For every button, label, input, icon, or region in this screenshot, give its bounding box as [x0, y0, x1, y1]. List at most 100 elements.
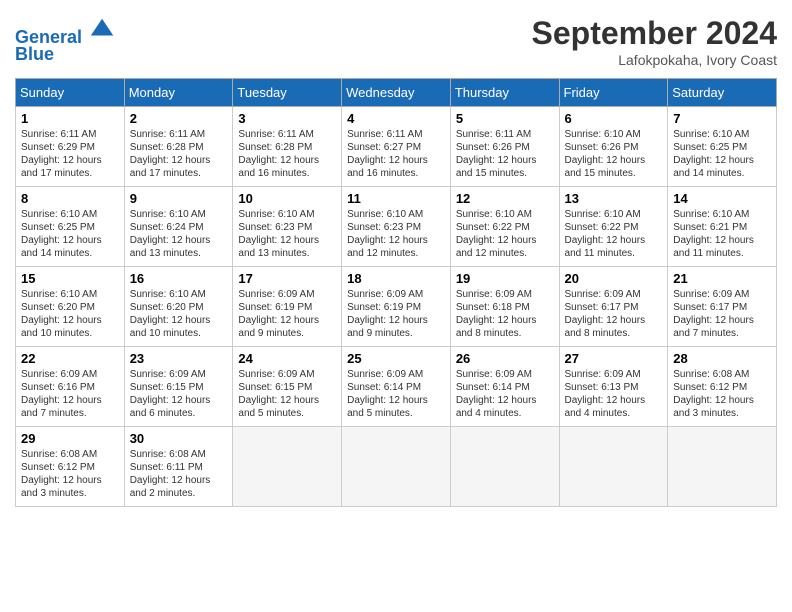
weekday-sunday: Sunday: [16, 79, 125, 107]
calendar-cell: [342, 427, 451, 507]
day-info: Sunrise: 6:08 AM Sunset: 6:12 PM Dayligh…: [21, 448, 119, 500]
day-info: Sunrise: 6:10 AM Sunset: 6:20 PM Dayligh…: [130, 288, 228, 340]
day-info: Sunrise: 6:09 AM Sunset: 6:14 PM Dayligh…: [347, 368, 445, 420]
calendar-cell: 29 Sunrise: 6:08 AM Sunset: 6:12 PM Dayli…: [16, 427, 125, 507]
weekday-saturday: Saturday: [668, 79, 777, 107]
day-info: Sunrise: 6:10 AM Sunset: 6:23 PM Dayligh…: [347, 208, 445, 260]
day-number: 2: [130, 111, 228, 126]
day-number: 22: [21, 351, 119, 366]
day-info: Sunrise: 6:10 AM Sunset: 6:22 PM Dayligh…: [565, 208, 663, 260]
calendar-cell: 15 Sunrise: 6:10 AM Sunset: 6:20 PM Dayli…: [16, 267, 125, 347]
day-info: Sunrise: 6:09 AM Sunset: 6:19 PM Dayligh…: [238, 288, 336, 340]
logo: General Blue: [15, 15, 117, 65]
day-number: 3: [238, 111, 336, 126]
day-number: 30: [130, 431, 228, 446]
day-info: Sunrise: 6:09 AM Sunset: 6:13 PM Dayligh…: [565, 368, 663, 420]
day-info: Sunrise: 6:09 AM Sunset: 6:15 PM Dayligh…: [238, 368, 336, 420]
day-number: 12: [456, 191, 554, 206]
weekday-header-row: SundayMondayTuesdayWednesdayThursdayFrid…: [16, 79, 777, 107]
calendar-cell: 28 Sunrise: 6:08 AM Sunset: 6:12 PM Dayli…: [668, 347, 777, 427]
month-title: September 2024: [532, 15, 777, 52]
calendar-cell: 19 Sunrise: 6:09 AM Sunset: 6:18 PM Dayli…: [450, 267, 559, 347]
day-number: 19: [456, 271, 554, 286]
calendar-cell: 10 Sunrise: 6:10 AM Sunset: 6:23 PM Dayli…: [233, 187, 342, 267]
calendar-cell: 17 Sunrise: 6:09 AM Sunset: 6:19 PM Dayli…: [233, 267, 342, 347]
day-info: Sunrise: 6:10 AM Sunset: 6:20 PM Dayligh…: [21, 288, 119, 340]
week-row-3: 15 Sunrise: 6:10 AM Sunset: 6:20 PM Dayli…: [16, 267, 777, 347]
day-number: 25: [347, 351, 445, 366]
day-info: Sunrise: 6:08 AM Sunset: 6:12 PM Dayligh…: [673, 368, 771, 420]
logo-text: General: [15, 15, 117, 48]
day-info: Sunrise: 6:10 AM Sunset: 6:23 PM Dayligh…: [238, 208, 336, 260]
week-row-4: 22Sunrise: 6:09 AM Sunset: 6:16 PM Dayli…: [16, 347, 777, 427]
calendar-cell: 3 Sunrise: 6:11 AM Sunset: 6:28 PM Daylig…: [233, 107, 342, 187]
day-info: Sunrise: 6:10 AM Sunset: 6:24 PM Dayligh…: [130, 208, 228, 260]
day-info: Sunrise: 6:10 AM Sunset: 6:25 PM Dayligh…: [673, 128, 771, 180]
day-number: 18: [347, 271, 445, 286]
day-number: 24: [238, 351, 336, 366]
day-info: Sunrise: 6:10 AM Sunset: 6:21 PM Dayligh…: [673, 208, 771, 260]
day-number: 20: [565, 271, 663, 286]
day-info: Sunrise: 6:11 AM Sunset: 6:28 PM Dayligh…: [130, 128, 228, 180]
weekday-tuesday: Tuesday: [233, 79, 342, 107]
day-number: 27: [565, 351, 663, 366]
calendar-cell: [233, 427, 342, 507]
calendar-cell: 25 Sunrise: 6:09 AM Sunset: 6:14 PM Dayli…: [342, 347, 451, 427]
calendar-cell: 1Sunrise: 6:11 AM Sunset: 6:29 PM Daylig…: [16, 107, 125, 187]
day-number: 21: [673, 271, 771, 286]
calendar-cell: 18 Sunrise: 6:09 AM Sunset: 6:19 PM Dayli…: [342, 267, 451, 347]
day-number: 26: [456, 351, 554, 366]
week-row-5: 29 Sunrise: 6:08 AM Sunset: 6:12 PM Dayli…: [16, 427, 777, 507]
header: General Blue September 2024 Lafokpokaha,…: [15, 15, 777, 68]
calendar-cell: 30 Sunrise: 6:08 AM Sunset: 6:11 PM Dayli…: [124, 427, 233, 507]
day-info: Sunrise: 6:11 AM Sunset: 6:26 PM Dayligh…: [456, 128, 554, 180]
day-info: Sunrise: 6:11 AM Sunset: 6:29 PM Dayligh…: [21, 128, 119, 180]
calendar-cell: 4 Sunrise: 6:11 AM Sunset: 6:27 PM Daylig…: [342, 107, 451, 187]
weekday-wednesday: Wednesday: [342, 79, 451, 107]
week-row-2: 8 Sunrise: 6:10 AM Sunset: 6:25 PM Daylig…: [16, 187, 777, 267]
calendar-cell: 16 Sunrise: 6:10 AM Sunset: 6:20 PM Dayli…: [124, 267, 233, 347]
calendar-cell: 26 Sunrise: 6:09 AM Sunset: 6:14 PM Dayli…: [450, 347, 559, 427]
calendar-cell: 5 Sunrise: 6:11 AM Sunset: 6:26 PM Daylig…: [450, 107, 559, 187]
week-row-1: 1Sunrise: 6:11 AM Sunset: 6:29 PM Daylig…: [16, 107, 777, 187]
day-number: 8: [21, 191, 119, 206]
day-info: Sunrise: 6:09 AM Sunset: 6:17 PM Dayligh…: [565, 288, 663, 340]
day-number: 17: [238, 271, 336, 286]
day-info: Sunrise: 6:11 AM Sunset: 6:28 PM Dayligh…: [238, 128, 336, 180]
day-number: 11: [347, 191, 445, 206]
day-info: Sunrise: 6:09 AM Sunset: 6:17 PM Dayligh…: [673, 288, 771, 340]
calendar-cell: 27 Sunrise: 6:09 AM Sunset: 6:13 PM Dayli…: [559, 347, 668, 427]
calendar-cell: [450, 427, 559, 507]
day-info: Sunrise: 6:08 AM Sunset: 6:11 PM Dayligh…: [130, 448, 228, 500]
day-info: Sunrise: 6:11 AM Sunset: 6:27 PM Dayligh…: [347, 128, 445, 180]
calendar-cell: 23 Sunrise: 6:09 AM Sunset: 6:15 PM Dayli…: [124, 347, 233, 427]
day-number: 15: [21, 271, 119, 286]
weekday-friday: Friday: [559, 79, 668, 107]
calendar-cell: 2 Sunrise: 6:11 AM Sunset: 6:28 PM Daylig…: [124, 107, 233, 187]
calendar-cell: 14 Sunrise: 6:10 AM Sunset: 6:21 PM Dayli…: [668, 187, 777, 267]
day-info: Sunrise: 6:10 AM Sunset: 6:22 PM Dayligh…: [456, 208, 554, 260]
day-info: Sunrise: 6:09 AM Sunset: 6:18 PM Dayligh…: [456, 288, 554, 340]
day-info: Sunrise: 6:10 AM Sunset: 6:26 PM Dayligh…: [565, 128, 663, 180]
calendar-cell: [559, 427, 668, 507]
weekday-monday: Monday: [124, 79, 233, 107]
day-info: Sunrise: 6:09 AM Sunset: 6:19 PM Dayligh…: [347, 288, 445, 340]
calendar-cell: 12 Sunrise: 6:10 AM Sunset: 6:22 PM Dayli…: [450, 187, 559, 267]
day-number: 23: [130, 351, 228, 366]
day-number: 16: [130, 271, 228, 286]
day-info: Sunrise: 6:09 AM Sunset: 6:14 PM Dayligh…: [456, 368, 554, 420]
day-number: 4: [347, 111, 445, 126]
calendar-cell: 20 Sunrise: 6:09 AM Sunset: 6:17 PM Dayli…: [559, 267, 668, 347]
day-number: 10: [238, 191, 336, 206]
calendar-cell: 13 Sunrise: 6:10 AM Sunset: 6:22 PM Dayli…: [559, 187, 668, 267]
day-number: 29: [21, 431, 119, 446]
day-number: 13: [565, 191, 663, 206]
day-number: 28: [673, 351, 771, 366]
day-number: 7: [673, 111, 771, 126]
day-info: Sunrise: 6:10 AM Sunset: 6:25 PM Dayligh…: [21, 208, 119, 260]
calendar-cell: 11 Sunrise: 6:10 AM Sunset: 6:23 PM Dayli…: [342, 187, 451, 267]
day-number: 5: [456, 111, 554, 126]
day-info: Sunrise: 6:09 AM Sunset: 6:15 PM Dayligh…: [130, 368, 228, 420]
day-number: 14: [673, 191, 771, 206]
calendar-cell: 8 Sunrise: 6:10 AM Sunset: 6:25 PM Daylig…: [16, 187, 125, 267]
